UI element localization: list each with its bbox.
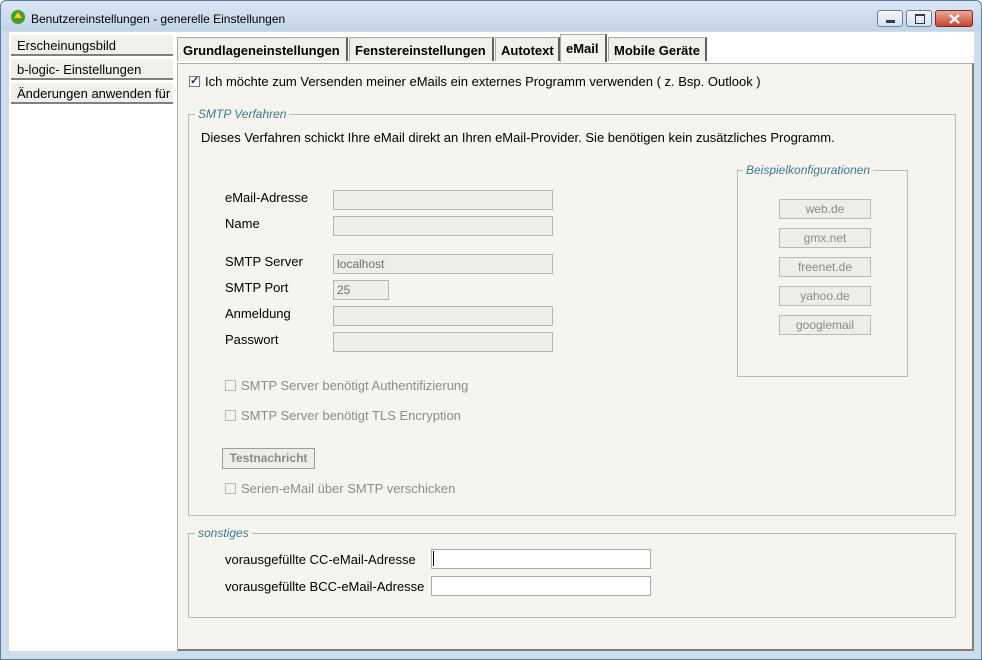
serial-email-checkbox[interactable]	[225, 483, 236, 494]
cc-label: vorausgefüllte CC-eMail-Adresse	[225, 552, 416, 567]
config-button-freenet[interactable]: freenet.de	[779, 257, 871, 277]
email-address-input[interactable]	[333, 190, 553, 210]
name-label: Name	[225, 216, 260, 231]
smtp-description: Dieses Verfahren schickt Ihre eMail dire…	[201, 130, 835, 145]
test-message-button[interactable]: Testnachricht	[222, 448, 315, 469]
external-program-label: Ich möchte zum Versenden meiner eMails e…	[205, 74, 761, 89]
password-label: Passwort	[225, 332, 279, 347]
name-input[interactable]	[333, 216, 553, 236]
login-input[interactable]	[333, 306, 553, 326]
login-label: Anmeldung	[225, 306, 291, 321]
text-cursor	[433, 551, 434, 566]
external-program-checkbox[interactable]: ✓	[189, 75, 200, 87]
smtp-tls-label: SMTP Server benötigt TLS Encryption	[241, 408, 461, 423]
config-button-yahoo[interactable]: yahoo.de	[779, 286, 871, 306]
config-button-webde[interactable]: web.de	[779, 199, 871, 219]
other-legend: sonstiges	[195, 526, 252, 540]
cc-input[interactable]	[431, 549, 651, 569]
tab-label: eMail	[566, 41, 599, 56]
bcc-label: vorausgefüllte BCC-eMail-Adresse	[225, 579, 425, 594]
smtp-tls-checkbox[interactable]	[225, 410, 236, 421]
smtp-auth-checkbox[interactable]	[225, 380, 236, 391]
smtp-auth-label: SMTP Server benötigt Authentifizierung	[241, 378, 469, 393]
bcc-input[interactable]	[431, 576, 651, 596]
config-button-gmx[interactable]: gmx.net	[779, 228, 871, 248]
check-icon: ✓	[190, 75, 200, 87]
password-input[interactable]	[333, 332, 553, 352]
serial-email-label: Serien-eMail über SMTP verschicken	[241, 481, 456, 496]
smtp-legend: SMTP Verfahren	[195, 107, 290, 121]
example-config-legend: Beispielkonfigurationen	[743, 163, 874, 177]
smtp-server-label: SMTP Server	[225, 254, 303, 269]
email-address-label: eMail-Adresse	[225, 190, 309, 205]
config-button-googlemail[interactable]: googlemail	[779, 315, 871, 335]
email-content: ✓ Ich möchte zum Versenden meiner eMails…	[0, 0, 982, 660]
smtp-port-input[interactable]: 25	[333, 280, 389, 300]
smtp-server-input[interactable]: localhost	[333, 254, 553, 274]
tab-email[interactable]: eMail	[560, 34, 607, 62]
smtp-port-label: SMTP Port	[225, 280, 289, 295]
